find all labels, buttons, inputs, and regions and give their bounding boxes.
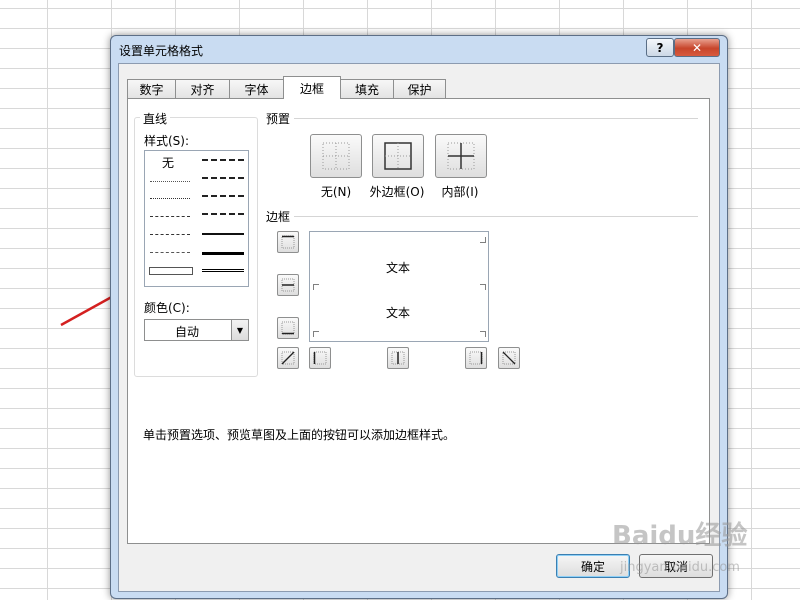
border-top-button[interactable] bbox=[277, 231, 299, 253]
help-button[interactable]: ? bbox=[646, 38, 674, 57]
color-label: 颜色(C): bbox=[144, 301, 190, 315]
tab-protection[interactable]: 保护 bbox=[393, 79, 446, 98]
dialog-client: 数字 对齐 字体 边框 填充 保护 直线 样式(S): 无 颜色(C): 自动 … bbox=[118, 63, 720, 592]
line-style-double[interactable] bbox=[202, 269, 244, 272]
border-left-button[interactable] bbox=[309, 347, 331, 369]
preset-inside-icon bbox=[447, 142, 475, 170]
line-style-dash-dot[interactable] bbox=[150, 234, 190, 235]
border-bottom-button[interactable] bbox=[277, 317, 299, 339]
dialog-title: 设置单元格格式 bbox=[119, 44, 204, 58]
tab-alignment[interactable]: 对齐 bbox=[175, 79, 230, 98]
border-preview[interactable]: 文本 文本 bbox=[309, 231, 489, 342]
border-right-icon bbox=[469, 351, 483, 365]
preset-inside-label: 内部(I) bbox=[441, 185, 479, 199]
line-style-slanted-dash-dot[interactable] bbox=[202, 177, 244, 179]
preview-text-bottom: 文本 bbox=[386, 306, 411, 320]
line-style-none[interactable]: 无 bbox=[162, 154, 174, 171]
preset-outline-label: 外边框(O) bbox=[369, 185, 425, 199]
baidu-watermark-url: jingyan.baidu.com bbox=[620, 560, 740, 575]
preview-text-top: 文本 bbox=[386, 261, 411, 275]
preview-corner-mark bbox=[313, 284, 319, 290]
tab-border[interactable]: 边框 bbox=[283, 76, 341, 99]
color-select[interactable]: 自动 ▼ bbox=[144, 319, 249, 341]
preset-none-button[interactable] bbox=[310, 134, 362, 178]
border-left-icon bbox=[313, 351, 327, 365]
line-style-list[interactable]: 无 bbox=[144, 150, 249, 287]
line-style-medium-dashed[interactable] bbox=[202, 213, 244, 215]
presets-divider bbox=[294, 118, 698, 119]
style-label: 样式(S): bbox=[144, 134, 190, 148]
color-dropdown-button[interactable]: ▼ bbox=[231, 320, 248, 340]
presets-title: 预置 bbox=[266, 112, 291, 126]
preset-inside-button[interactable] bbox=[435, 134, 487, 178]
ok-button[interactable]: 确定 bbox=[556, 554, 630, 578]
close-icon: ✕ bbox=[691, 40, 703, 55]
border-horizontal-icon bbox=[281, 278, 295, 292]
tab-fill[interactable]: 填充 bbox=[340, 79, 394, 98]
preview-corner-mark bbox=[480, 284, 486, 290]
hint-text: 单击预置选项、预览草图及上面的按钮可以添加边框样式。 bbox=[143, 428, 456, 442]
line-style-hair[interactable] bbox=[150, 181, 190, 182]
border-middle-vertical-button[interactable] bbox=[387, 347, 409, 369]
border-title: 边框 bbox=[266, 210, 291, 224]
border-bottom-icon bbox=[281, 321, 295, 335]
preview-corner-mark bbox=[313, 331, 319, 337]
border-right-button[interactable] bbox=[465, 347, 487, 369]
line-style-thick[interactable] bbox=[202, 252, 244, 255]
preset-none-icon bbox=[322, 142, 350, 170]
border-divider bbox=[294, 216, 698, 217]
help-icon: ? bbox=[656, 40, 664, 55]
border-middle-horizontal-button[interactable] bbox=[277, 274, 299, 296]
color-select-value: 自动 bbox=[174, 325, 199, 339]
border-diagonal-down-button[interactable] bbox=[498, 347, 520, 369]
preset-none-label: 无(N) bbox=[320, 185, 352, 199]
preview-corner-mark bbox=[480, 331, 486, 337]
line-style-thin-selected[interactable] bbox=[149, 267, 193, 275]
line-style-dash-dot-dot[interactable] bbox=[150, 216, 190, 217]
preview-corner-mark bbox=[480, 237, 486, 243]
border-diagonal-up-icon bbox=[281, 351, 295, 365]
close-button[interactable]: ✕ bbox=[674, 38, 720, 57]
line-style-medium[interactable] bbox=[202, 233, 244, 235]
line-style-dotted[interactable] bbox=[150, 198, 190, 199]
line-style-medium-dash-dot[interactable] bbox=[202, 195, 244, 197]
preset-outline-button[interactable] bbox=[372, 134, 424, 178]
dialog-titlebar[interactable]: 设置单元格格式 ? ✕ bbox=[111, 36, 727, 63]
border-top-icon bbox=[281, 235, 295, 249]
line-style-dashed[interactable] bbox=[150, 252, 190, 253]
border-diagonal-up-button[interactable] bbox=[277, 347, 299, 369]
border-diagonal-down-icon bbox=[502, 351, 516, 365]
border-tab-panel: 直线 样式(S): 无 颜色(C): 自动 ▼ 预置 无(N) 外边框(O) 内… bbox=[127, 98, 710, 544]
tab-font[interactable]: 字体 bbox=[229, 79, 284, 98]
tab-number[interactable]: 数字 bbox=[127, 79, 176, 98]
chevron-down-icon: ▼ bbox=[236, 325, 244, 335]
line-group-title: 直线 bbox=[140, 110, 171, 127]
preset-outline-icon bbox=[384, 142, 412, 170]
line-style-medium-dash-dot-dot[interactable] bbox=[202, 159, 244, 161]
border-vertical-icon bbox=[391, 351, 405, 365]
baidu-watermark-logo: Baidu经验 bbox=[612, 521, 748, 551]
